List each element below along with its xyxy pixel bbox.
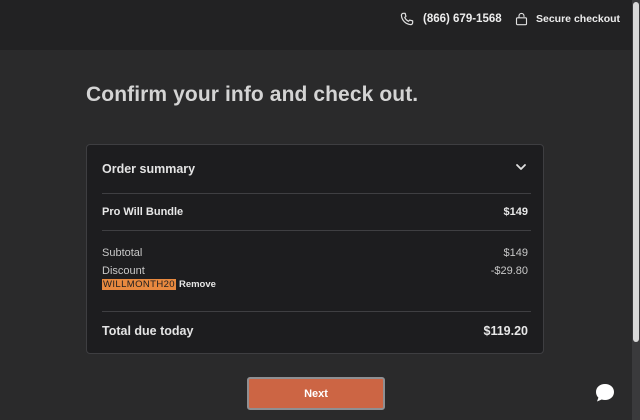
discount-label: Discount [102,265,145,277]
chevron-down-icon[interactable] [515,161,527,173]
secure-checkout-label: Secure checkout [536,13,621,25]
chat-bubble-icon[interactable] [590,378,620,408]
page-title: Confirm your info and check out. [86,83,419,106]
scrollbar-thumb[interactable] [633,2,639,342]
coupon-code: WILLMONTH20 [102,279,176,290]
subtotal-value: $149 [503,247,528,259]
order-summary-card: Order summary Pro Will Bundle $149 Subto… [86,144,544,354]
total-due-value: $119.20 [483,324,529,338]
phone-number[interactable]: (866) 679-1568 [423,13,502,25]
total-due-label: Total due today [102,324,194,338]
phone-icon [400,12,414,26]
item-name: Pro Will Bundle [102,206,184,218]
applied-coupon: WILLMONTH20 Remove [102,279,216,290]
next-button[interactable]: Next [247,377,385,410]
item-price: $149 [503,206,528,218]
subtotal-label: Subtotal [102,247,143,259]
discount-value: -$29.80 [490,265,528,277]
top-header: (866) 679-1568 Secure checkout [0,0,632,50]
secure-checkout-indicator: Secure checkout [514,11,620,27]
remove-coupon-link[interactable]: Remove [179,279,216,290]
page-scrollbar[interactable] [632,0,640,420]
order-summary-title[interactable]: Order summary [102,162,195,176]
divider [102,311,531,312]
lock-icon [515,12,528,26]
phone-contact[interactable]: (866) 679-1568 [399,11,502,27]
divider [102,193,531,194]
divider [102,230,531,231]
